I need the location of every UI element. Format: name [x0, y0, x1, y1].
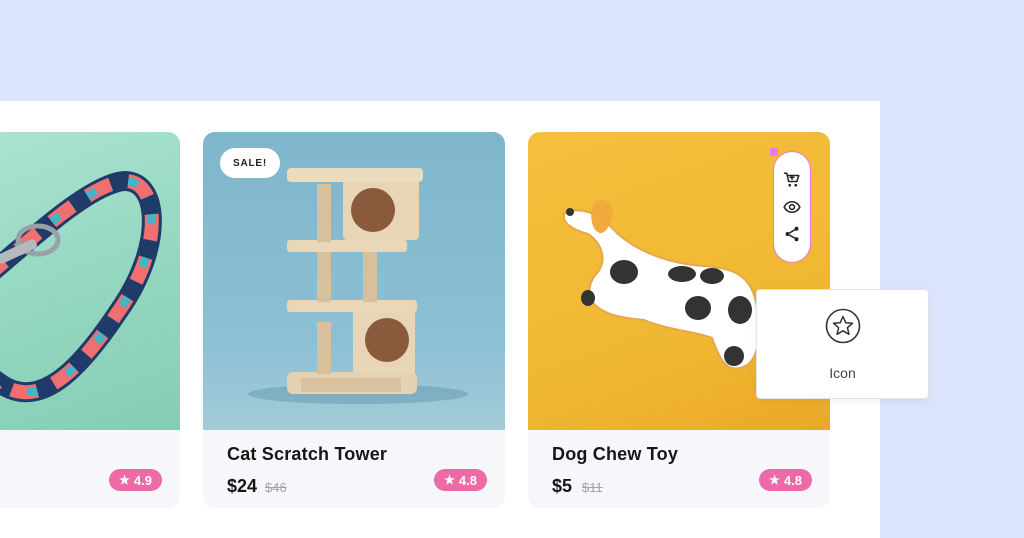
rating-value: 4.8 [458, 472, 477, 488]
rating-badge: ★ 4.8 [759, 469, 812, 491]
product-grid-canvas: ★ 4.9 SALE! Cat Scratch Tower $24 $46 ★ … [0, 101, 880, 538]
product-old-price: $11 [582, 480, 603, 495]
share-button[interactable] [782, 224, 802, 244]
eye-icon [783, 200, 801, 214]
leash-illustration [0, 171, 162, 403]
star-icon: ★ [119, 473, 130, 487]
add-to-cart-button[interactable] [782, 170, 802, 190]
share-icon [785, 226, 799, 242]
cart-icon [783, 172, 800, 187]
product-info-cat-scratch-tower: Cat Scratch Tower $24 $46 ★ 4.8 [203, 430, 505, 508]
rating-badge: ★ 4.9 [109, 469, 162, 491]
product-info-leash: ★ 4.9 [0, 430, 180, 508]
rating-value: 4.8 [783, 472, 802, 488]
product-old-price: $46 [265, 480, 287, 495]
product-title[interactable]: Dog Chew Toy [552, 444, 678, 465]
quick-view-button[interactable] [782, 197, 802, 217]
star-icon [825, 308, 861, 344]
product-image-cat-scratch-tower: SALE! [203, 132, 505, 430]
product-title[interactable]: Cat Scratch Tower [227, 444, 387, 465]
product-price: $24 [227, 476, 258, 496]
rating-value: 4.9 [133, 472, 152, 488]
icon-component-tooltip: Icon [756, 289, 929, 399]
product-card-cat-scratch-tower[interactable]: SALE! Cat Scratch Tower $24 $46 ★ 4.8 [203, 132, 505, 508]
product-image-leash [0, 132, 180, 430]
star-icon: ★ [444, 473, 455, 487]
selection-handle[interactable] [770, 148, 778, 156]
product-info-dog-chew-toy: Dog Chew Toy $5 $11 ★ 4.8 [528, 430, 830, 508]
star-icon: ★ [769, 473, 780, 487]
tooltip-label: Icon [829, 365, 856, 381]
sale-badge: SALE! [220, 148, 280, 178]
product-price: $5 [552, 476, 573, 496]
product-card-leash[interactable]: ★ 4.9 [0, 132, 180, 508]
rating-badge: ★ 4.8 [434, 469, 487, 491]
product-action-bar[interactable] [770, 148, 811, 263]
